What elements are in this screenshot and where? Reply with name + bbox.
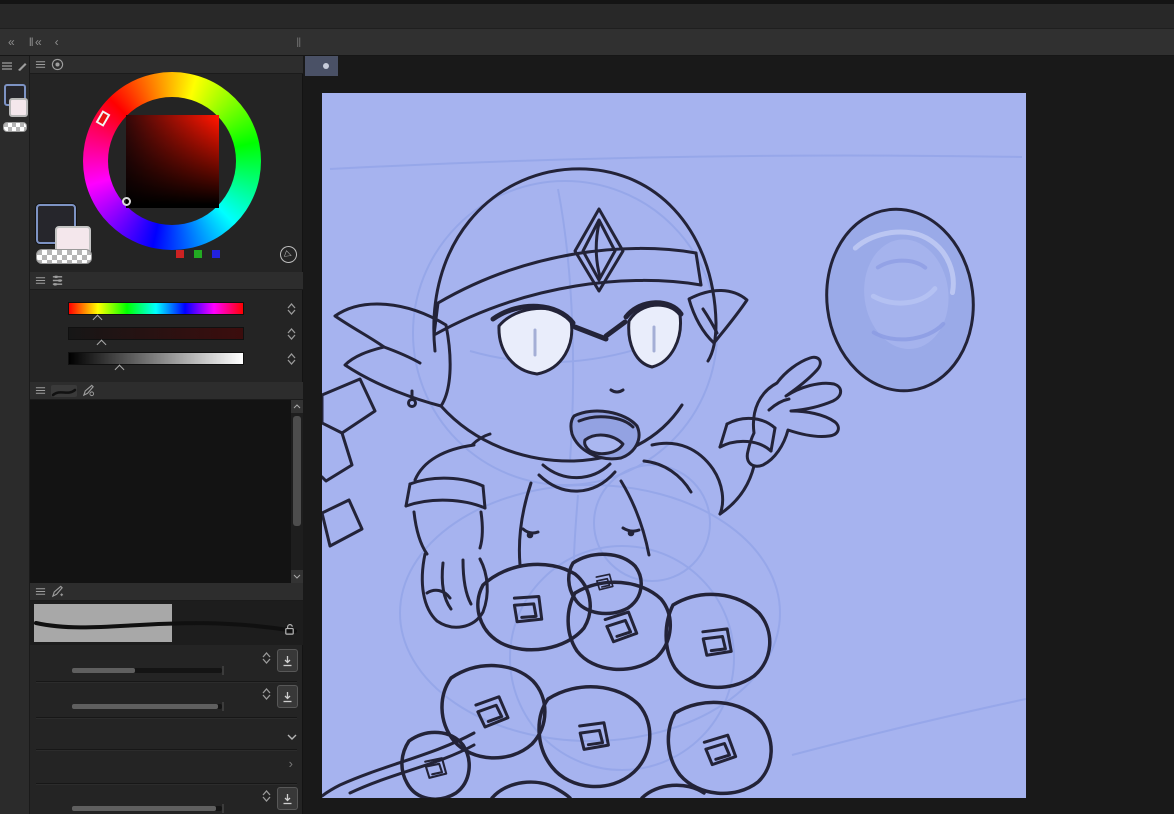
- red-swatch-icon: [176, 250, 184, 258]
- chevron-down-icon[interactable]: [287, 728, 297, 746]
- slider-panel-icon[interactable]: [51, 274, 64, 287]
- opacity-slider[interactable]: [72, 702, 224, 711]
- command-bar: « ‖ « ‹ ‖: [0, 29, 1174, 56]
- brush-size-stepper[interactable]: [262, 652, 271, 664]
- green-swatch-icon: [194, 250, 202, 258]
- color-mode-toggle-icon[interactable]: ▷: [277, 243, 300, 266]
- s-stepper[interactable]: [287, 327, 296, 340]
- color-circle-tab-icon[interactable]: [51, 58, 64, 71]
- rgb-readout: [176, 250, 225, 258]
- hardness-property-row: ›: [30, 753, 303, 781]
- h-stepper[interactable]: [287, 302, 296, 315]
- panel-column: ▷ ›: [30, 56, 303, 814]
- divider: [36, 681, 297, 682]
- menu-bar: [0, 4, 1174, 29]
- opacity-stepper[interactable]: [262, 688, 271, 700]
- document-tab[interactable]: [305, 56, 338, 76]
- scrollbar-thumb[interactable]: [293, 416, 301, 526]
- brush-size-property-row: [30, 647, 303, 681]
- stroke-preview-icon[interactable]: [51, 384, 77, 397]
- panel-menu-icon[interactable]: [1, 60, 13, 72]
- canvas-artwork: [322, 154, 1026, 798]
- panel-menu-icon[interactable]: [35, 275, 46, 286]
- magic-orb: [825, 207, 975, 393]
- divider: [36, 783, 297, 784]
- v-slider-caret[interactable]: [114, 364, 125, 375]
- brush-size-scrollbar[interactable]: [291, 400, 303, 583]
- brush-gear-icon: [51, 585, 64, 598]
- density-stepper[interactable]: [262, 790, 271, 802]
- restore-default-icon[interactable]: [277, 649, 298, 672]
- smoothing-property-row: [30, 719, 303, 753]
- scroll-up-icon[interactable]: [291, 400, 303, 413]
- transparent-color-swatch[interactable]: [36, 249, 92, 264]
- panel-menu-icon[interactable]: [35, 59, 46, 70]
- clip-studio-paint-window: « ‖ « ‹ ‖ ▷ ›: [0, 0, 1174, 814]
- pen-mini-icon: [16, 60, 28, 72]
- tool-property-panel: ›: [30, 583, 303, 814]
- color-slider-panel: [30, 272, 303, 382]
- saturation-value-square[interactable]: [126, 115, 219, 208]
- restore-default-icon[interactable]: [277, 787, 298, 810]
- canvas-area: [303, 56, 1174, 814]
- hue-slider-row: [54, 301, 303, 325]
- brush-stroke-preview: [34, 621, 297, 633]
- brush-preset-bar[interactable]: [30, 601, 303, 645]
- restore-default-icon[interactable]: [277, 685, 298, 708]
- saturation-slider-row: [54, 326, 303, 350]
- v-stepper[interactable]: [287, 352, 296, 365]
- scroll-down-icon[interactable]: [291, 570, 303, 583]
- toolbar-grip-icon[interactable]: ‖: [296, 35, 301, 50]
- blue-swatch-icon: [212, 250, 220, 258]
- rock-pile: [400, 552, 773, 798]
- density-property-row: [30, 785, 303, 814]
- h-slider-caret[interactable]: [92, 314, 103, 325]
- transparent-color-swatch[interactable]: [2, 122, 27, 132]
- divider: [36, 717, 297, 718]
- collapse-arrow-icon[interactable]: ‹: [55, 35, 59, 49]
- brush-icon: [82, 384, 95, 397]
- value-slider-row: [54, 351, 303, 375]
- s-slider-caret[interactable]: [96, 339, 107, 350]
- sv-marker[interactable]: [122, 197, 131, 206]
- sub-color-swatch[interactable]: [9, 98, 28, 117]
- collapse-left-icon[interactable]: «: [8, 35, 15, 49]
- panel-menu-icon[interactable]: [35, 586, 46, 597]
- lock-icon[interactable]: [283, 623, 296, 641]
- tool-property-panel-header[interactable]: [30, 583, 303, 601]
- tool-strip-header[interactable]: [0, 56, 30, 76]
- brush-size-panel: [30, 382, 303, 583]
- density-slider[interactable]: [72, 804, 224, 813]
- panel-menu-icon[interactable]: [35, 385, 46, 396]
- panel-collapse-zone: « ‖ « ‹: [0, 35, 296, 49]
- drawing-canvas[interactable]: [322, 93, 1026, 798]
- tab-close-icon[interactable]: [323, 63, 329, 69]
- chevron-right-icon[interactable]: ›: [289, 756, 293, 771]
- tool-strip: [0, 56, 30, 814]
- hue-slider[interactable]: [68, 302, 244, 315]
- color-wheel-panel: ▷: [30, 56, 303, 272]
- opacity-property-row: [30, 683, 303, 717]
- character-lineart: [322, 167, 843, 798]
- brush-size-grid: [30, 400, 291, 583]
- saturation-slider[interactable]: [68, 327, 244, 340]
- value-slider[interactable]: [68, 352, 244, 365]
- panel-handle-icon[interactable]: ‖ «: [29, 35, 42, 49]
- divider: [36, 749, 297, 750]
- brush-size-panel-header[interactable]: [30, 382, 303, 400]
- color-slider-panel-header[interactable]: [30, 272, 303, 290]
- brush-size-slider[interactable]: [72, 666, 224, 675]
